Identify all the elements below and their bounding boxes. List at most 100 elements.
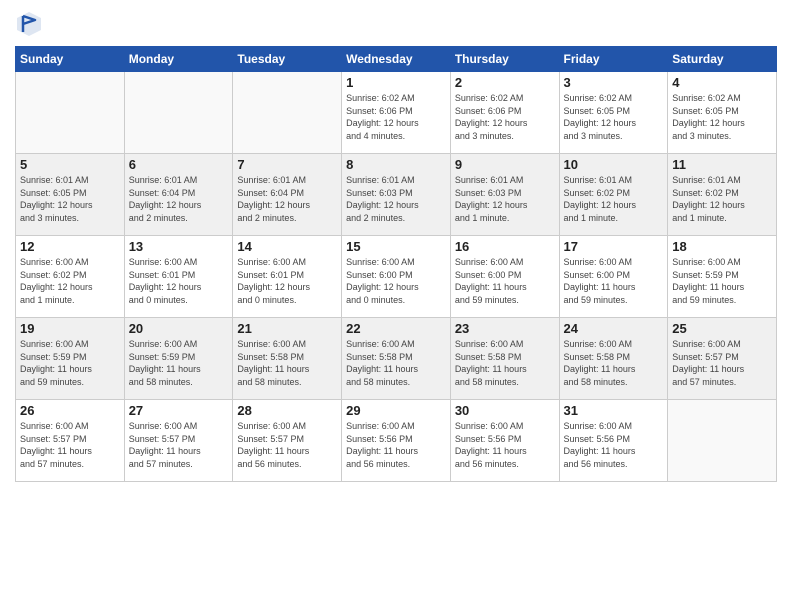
calendar-cell: 30 Sunrise: 6:00 AM Sunset: 5:56 PM Dayli… [450, 400, 559, 482]
calendar-cell: 15Sunrise: 6:00 AM Sunset: 6:00 PM Dayli… [342, 236, 451, 318]
day-number: 24 [564, 321, 664, 336]
calendar-cell [16, 72, 125, 154]
main-container: SundayMondayTuesdayWednesdayThursdayFrid… [0, 0, 792, 492]
day-number: 28 [237, 403, 337, 418]
day-info: Sunrise: 6:00 AM Sunset: 5:58 PM Dayligh… [564, 338, 664, 388]
weekday-header-saturday: Saturday [668, 47, 777, 72]
day-info: Sunrise: 6:01 AM Sunset: 6:04 PM Dayligh… [129, 174, 229, 224]
calendar-cell: 23 Sunrise: 6:00 AM Sunset: 5:58 PM Dayli… [450, 318, 559, 400]
weekday-header-thursday: Thursday [450, 47, 559, 72]
day-info: Sunrise: 6:02 AM Sunset: 6:05 PM Dayligh… [672, 92, 772, 142]
calendar-cell: 7 Sunrise: 6:01 AM Sunset: 6:04 PM Daylig… [233, 154, 342, 236]
day-info: Sunrise: 6:00 AM Sunset: 6:01 PM Dayligh… [129, 256, 229, 306]
day-info: Sunrise: 6:01 AM Sunset: 6:05 PM Dayligh… [20, 174, 120, 224]
day-info: Sunrise: 6:00 AM Sunset: 6:00 PM Dayligh… [455, 256, 555, 306]
day-info: Sunrise: 6:00 AM Sunset: 6:00 PM Dayligh… [564, 256, 664, 306]
day-number: 7 [237, 157, 337, 172]
day-number: 31 [564, 403, 664, 418]
calendar-cell: 27 Sunrise: 6:00 AM Sunset: 5:57 PM Dayli… [124, 400, 233, 482]
day-number: 19 [20, 321, 120, 336]
day-number: 14 [237, 239, 337, 254]
calendar-cell: 9 Sunrise: 6:01 AM Sunset: 6:03 PM Daylig… [450, 154, 559, 236]
day-info: Sunrise: 6:00 AM Sunset: 5:58 PM Dayligh… [237, 338, 337, 388]
day-info: Sunrise: 6:00 AM Sunset: 5:59 PM Dayligh… [129, 338, 229, 388]
day-number: 27 [129, 403, 229, 418]
week-row-4: 19 Sunrise: 6:00 AM Sunset: 5:59 PM Dayli… [16, 318, 777, 400]
day-info: Sunrise: 6:00 AM Sunset: 5:56 PM Dayligh… [346, 420, 446, 470]
day-number: 29 [346, 403, 446, 418]
day-number: 4 [672, 75, 772, 90]
day-info: Sunrise: 6:02 AM Sunset: 6:06 PM Dayligh… [346, 92, 446, 142]
day-info: Sunrise: 6:00 AM Sunset: 5:56 PM Dayligh… [455, 420, 555, 470]
day-info: Sunrise: 6:00 AM Sunset: 5:57 PM Dayligh… [672, 338, 772, 388]
day-number: 26 [20, 403, 120, 418]
day-number: 23 [455, 321, 555, 336]
calendar-cell [233, 72, 342, 154]
calendar-cell [124, 72, 233, 154]
week-row-5: 26 Sunrise: 6:00 AM Sunset: 5:57 PM Dayli… [16, 400, 777, 482]
calendar-cell: 17 Sunrise: 6:00 AM Sunset: 6:00 PM Dayli… [559, 236, 668, 318]
day-info: Sunrise: 6:00 AM Sunset: 5:57 PM Dayligh… [129, 420, 229, 470]
day-number: 20 [129, 321, 229, 336]
day-number: 8 [346, 157, 446, 172]
day-info: Sunrise: 6:00 AM Sunset: 5:59 PM Dayligh… [20, 338, 120, 388]
weekday-header-sunday: Sunday [16, 47, 125, 72]
day-number: 1 [346, 75, 446, 90]
calendar-cell: 21 Sunrise: 6:00 AM Sunset: 5:58 PM Dayli… [233, 318, 342, 400]
header [15, 10, 777, 38]
day-info: Sunrise: 6:01 AM Sunset: 6:04 PM Dayligh… [237, 174, 337, 224]
day-number: 11 [672, 157, 772, 172]
day-info: Sunrise: 6:01 AM Sunset: 6:02 PM Dayligh… [672, 174, 772, 224]
weekday-header-friday: Friday [559, 47, 668, 72]
day-info: Sunrise: 6:00 AM Sunset: 5:56 PM Dayligh… [564, 420, 664, 470]
day-number: 30 [455, 403, 555, 418]
weekday-header-tuesday: Tuesday [233, 47, 342, 72]
weekday-header-monday: Monday [124, 47, 233, 72]
calendar-cell: 13 Sunrise: 6:00 AM Sunset: 6:01 PM Dayli… [124, 236, 233, 318]
day-number: 10 [564, 157, 664, 172]
calendar-cell: 28Sunrise: 6:00 AM Sunset: 5:57 PM Dayli… [233, 400, 342, 482]
day-info: Sunrise: 6:00 AM Sunset: 5:57 PM Dayligh… [20, 420, 120, 470]
calendar-cell: 1 Sunrise: 6:02 AM Sunset: 6:06 PM Daylig… [342, 72, 451, 154]
logo-icon [15, 10, 43, 38]
day-number: 3 [564, 75, 664, 90]
day-number: 25 [672, 321, 772, 336]
calendar-cell: 2Sunrise: 6:02 AM Sunset: 6:06 PM Daylig… [450, 72, 559, 154]
logo [15, 10, 47, 38]
day-number: 15 [346, 239, 446, 254]
calendar-cell: 16Sunrise: 6:00 AM Sunset: 6:00 PM Dayli… [450, 236, 559, 318]
day-info: Sunrise: 6:00 AM Sunset: 5:58 PM Dayligh… [455, 338, 555, 388]
calendar-cell: 31 Sunrise: 6:00 AM Sunset: 5:56 PM Dayli… [559, 400, 668, 482]
day-info: Sunrise: 6:01 AM Sunset: 6:03 PM Dayligh… [346, 174, 446, 224]
day-info: Sunrise: 6:02 AM Sunset: 6:05 PM Dayligh… [564, 92, 664, 142]
day-info: Sunrise: 6:02 AM Sunset: 6:06 PM Dayligh… [455, 92, 555, 142]
calendar-cell: 26 Sunrise: 6:00 AM Sunset: 5:57 PM Dayli… [16, 400, 125, 482]
calendar-cell: 24 Sunrise: 6:00 AM Sunset: 5:58 PM Dayli… [559, 318, 668, 400]
calendar-cell: 29 Sunrise: 6:00 AM Sunset: 5:56 PM Dayli… [342, 400, 451, 482]
day-number: 9 [455, 157, 555, 172]
day-number: 21 [237, 321, 337, 336]
day-info: Sunrise: 6:01 AM Sunset: 6:02 PM Dayligh… [564, 174, 664, 224]
day-number: 17 [564, 239, 664, 254]
calendar-cell: 25 Sunrise: 6:00 AM Sunset: 5:57 PM Dayli… [668, 318, 777, 400]
calendar-cell: 14 Sunrise: 6:00 AM Sunset: 6:01 PM Dayli… [233, 236, 342, 318]
calendar-cell: 20 Sunrise: 6:00 AM Sunset: 5:59 PM Dayli… [124, 318, 233, 400]
day-number: 13 [129, 239, 229, 254]
weekday-header-wednesday: Wednesday [342, 47, 451, 72]
calendar-cell: 18Sunrise: 6:00 AM Sunset: 5:59 PM Dayli… [668, 236, 777, 318]
calendar-cell: 3 Sunrise: 6:02 AM Sunset: 6:05 PM Daylig… [559, 72, 668, 154]
calendar-cell: 5 Sunrise: 6:01 AM Sunset: 6:05 PM Daylig… [16, 154, 125, 236]
week-row-2: 5 Sunrise: 6:01 AM Sunset: 6:05 PM Daylig… [16, 154, 777, 236]
day-info: Sunrise: 6:00 AM Sunset: 6:01 PM Dayligh… [237, 256, 337, 306]
day-info: Sunrise: 6:00 AM Sunset: 6:02 PM Dayligh… [20, 256, 120, 306]
day-info: Sunrise: 6:01 AM Sunset: 6:03 PM Dayligh… [455, 174, 555, 224]
calendar-cell: 8 Sunrise: 6:01 AM Sunset: 6:03 PM Daylig… [342, 154, 451, 236]
weekday-header-row: SundayMondayTuesdayWednesdayThursdayFrid… [16, 47, 777, 72]
calendar-cell: 11 Sunrise: 6:01 AM Sunset: 6:02 PM Dayli… [668, 154, 777, 236]
calendar-cell: 4 Sunrise: 6:02 AM Sunset: 6:05 PM Daylig… [668, 72, 777, 154]
week-row-3: 12Sunrise: 6:00 AM Sunset: 6:02 PM Dayli… [16, 236, 777, 318]
calendar-cell: 6 Sunrise: 6:01 AM Sunset: 6:04 PM Daylig… [124, 154, 233, 236]
day-number: 5 [20, 157, 120, 172]
calendar-cell: 12Sunrise: 6:00 AM Sunset: 6:02 PM Dayli… [16, 236, 125, 318]
day-number: 6 [129, 157, 229, 172]
